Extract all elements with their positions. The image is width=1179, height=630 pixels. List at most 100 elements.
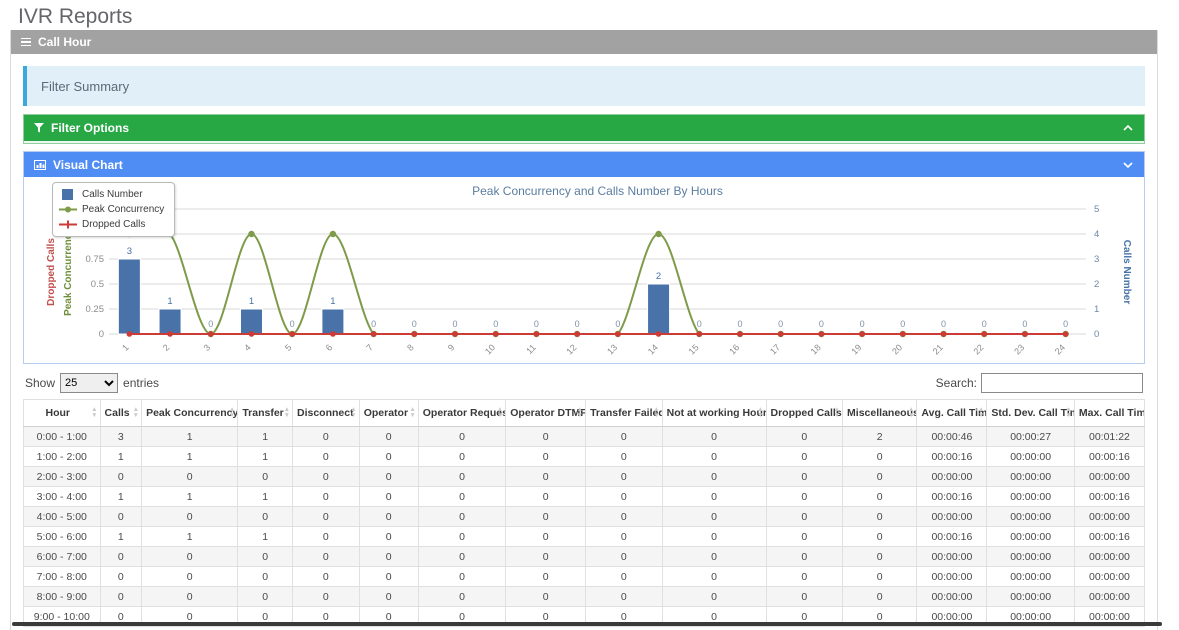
table-cell: 0 xyxy=(418,447,505,467)
table-cell: 0 xyxy=(586,427,663,447)
sort-icon[interactable]: ▲▼ xyxy=(653,407,659,419)
column-header-operator[interactable]: Operator▲▼ xyxy=(359,400,418,427)
table-cell: 0 xyxy=(506,567,586,587)
table-cell: 0 xyxy=(843,447,917,467)
table-cell: 0 xyxy=(586,467,663,487)
sort-icon[interactable]: ▲▼ xyxy=(978,407,984,419)
table-cell: 0 xyxy=(843,587,917,607)
sort-icon[interactable]: ▲▼ xyxy=(908,407,914,419)
sort-icon[interactable]: ▲▼ xyxy=(229,407,235,419)
table-cell: 0 xyxy=(293,567,360,587)
table-cell: 6:00 - 7:00 xyxy=(24,547,101,567)
sort-icon[interactable]: ▲▼ xyxy=(757,407,763,419)
column-header-transfer-failed[interactable]: Transfer Failed▲▼ xyxy=(586,400,663,427)
column-header-dropped-calls[interactable]: Dropped Calls▲▼ xyxy=(766,400,843,427)
table-cell: 0 xyxy=(293,507,360,527)
legend-item-dropped-calls[interactable]: Dropped Calls xyxy=(59,217,164,232)
svg-text:0: 0 xyxy=(99,329,104,340)
column-header-operator-dtmf[interactable]: Operator DTMF▲▼ xyxy=(506,400,586,427)
table-cell: 0 xyxy=(586,447,663,467)
table-cell: 3:00 - 4:00 xyxy=(24,487,101,507)
column-label: Not at working Hours xyxy=(667,407,766,419)
column-header-hour[interactable]: Hour▲▼ xyxy=(24,400,101,427)
visual-chart-panel: Visual Chart Calls NumberPeak Concurrenc… xyxy=(23,151,1145,364)
sort-icon[interactable]: ▲▼ xyxy=(497,407,503,419)
sort-icon[interactable]: ▲▼ xyxy=(350,407,356,419)
table-cell: 0 xyxy=(238,587,293,607)
table-cell: 0 xyxy=(662,487,766,507)
table-cell: 0 xyxy=(843,547,917,567)
column-header-transfer[interactable]: Transfer▲▼ xyxy=(238,400,293,427)
table-cell: 00:00:00 xyxy=(917,507,987,527)
table-cell: 0 xyxy=(238,567,293,587)
table-cell: 00:00:46 xyxy=(917,427,987,447)
table-cell: 7:00 - 8:00 xyxy=(24,567,101,587)
table-cell: 0 xyxy=(506,527,586,547)
sort-icon[interactable]: ▲▼ xyxy=(133,407,139,419)
table-cell: 2:00 - 3:00 xyxy=(24,467,101,487)
column-label: Disconnect xyxy=(297,407,354,419)
table-cell: 00:00:00 xyxy=(917,547,987,567)
table-cell: 0 xyxy=(418,547,505,567)
column-header-operator-request[interactable]: Operator Request▲▼ xyxy=(418,400,505,427)
table-cell: 0 xyxy=(506,467,586,487)
chevron-up-icon[interactable] xyxy=(1122,124,1134,132)
svg-text:0: 0 xyxy=(534,319,539,329)
page-length-select[interactable]: 25 xyxy=(60,373,118,393)
sort-icon[interactable]: ▲▼ xyxy=(409,407,415,419)
table-cell: 0 xyxy=(662,467,766,487)
column-header-not-at-working-hours[interactable]: Not at working Hours▲▼ xyxy=(662,400,766,427)
sort-icon[interactable]: ▲▼ xyxy=(91,407,97,419)
table-cell: 0 xyxy=(843,487,917,507)
legend-item-peak-concurrency[interactable]: Peak Concurrency xyxy=(59,202,164,217)
chevron-down-icon[interactable] xyxy=(1122,161,1134,169)
table-cell: 1 xyxy=(142,487,238,507)
svg-text:18: 18 xyxy=(809,342,823,356)
horizontal-scrollbar[interactable] xyxy=(12,622,1162,626)
svg-text:11: 11 xyxy=(524,342,538,356)
call-hour-header[interactable]: Call Hour xyxy=(11,30,1157,54)
sort-icon[interactable]: ▲▼ xyxy=(1065,407,1071,419)
svg-text:20: 20 xyxy=(890,342,904,356)
column-header-std-dev-call-time[interactable]: Std. Dev. Call Time▲▼ xyxy=(987,400,1074,427)
table-cell: 0 xyxy=(293,487,360,507)
table-cell: 0 xyxy=(843,507,917,527)
table-cell: 0 xyxy=(238,467,293,487)
table-cell: 0 xyxy=(586,487,663,507)
call-hour-panel: Call Hour Filter Summary Filter Options xyxy=(10,30,1158,630)
table-row: 5:00 - 6:001110000000000:00:1600:00:0000… xyxy=(24,527,1145,547)
sort-icon[interactable]: ▲▼ xyxy=(834,407,840,419)
svg-text:22: 22 xyxy=(971,342,985,356)
filter-options-header[interactable]: Filter Options xyxy=(24,115,1144,141)
table-cell: 0 xyxy=(506,427,586,447)
svg-text:23: 23 xyxy=(1012,342,1026,356)
svg-text:10: 10 xyxy=(483,342,497,356)
entries-label: entries xyxy=(123,376,159,390)
column-header-avg-call-time[interactable]: Avg. Call Time▲▼ xyxy=(917,400,987,427)
svg-text:1: 1 xyxy=(249,296,254,307)
svg-text:Peak Concurrency: Peak Concurrency xyxy=(63,228,74,316)
svg-text:0.75: 0.75 xyxy=(86,254,105,265)
svg-text:0: 0 xyxy=(1063,319,1068,329)
column-header-disconnect[interactable]: Disconnect▲▼ xyxy=(293,400,360,427)
column-label: Transfer Failed xyxy=(590,407,662,419)
table-cell: 00:00:00 xyxy=(987,487,1074,507)
table-cell: 0 xyxy=(359,527,418,547)
legend-item-calls-number[interactable]: Calls Number xyxy=(59,187,164,202)
sort-icon[interactable]: ▲▼ xyxy=(284,407,290,419)
table-cell: 0 xyxy=(293,587,360,607)
column-header-miscellaneous[interactable]: Miscellaneous▲▼ xyxy=(843,400,917,427)
table-cell: 0 xyxy=(359,487,418,507)
visual-chart-header[interactable]: Visual Chart xyxy=(24,152,1144,177)
table-row: 3:00 - 4:001110000000000:00:1600:00:0000… xyxy=(24,487,1145,507)
call-hour-label: Call Hour xyxy=(38,35,91,49)
table-cell: 0 xyxy=(662,527,766,547)
column-header-calls[interactable]: Calls▲▼ xyxy=(100,400,142,427)
svg-text:0: 0 xyxy=(697,319,702,329)
column-header-peak-concurrency[interactable]: Peak Concurrency▲▼ xyxy=(142,400,238,427)
sort-icon[interactable]: ▲▼ xyxy=(577,407,583,419)
table-cell: 0 xyxy=(586,567,663,587)
table-cell: 4:00 - 5:00 xyxy=(24,507,101,527)
search-input[interactable] xyxy=(981,373,1143,393)
funnel-icon xyxy=(34,123,44,133)
